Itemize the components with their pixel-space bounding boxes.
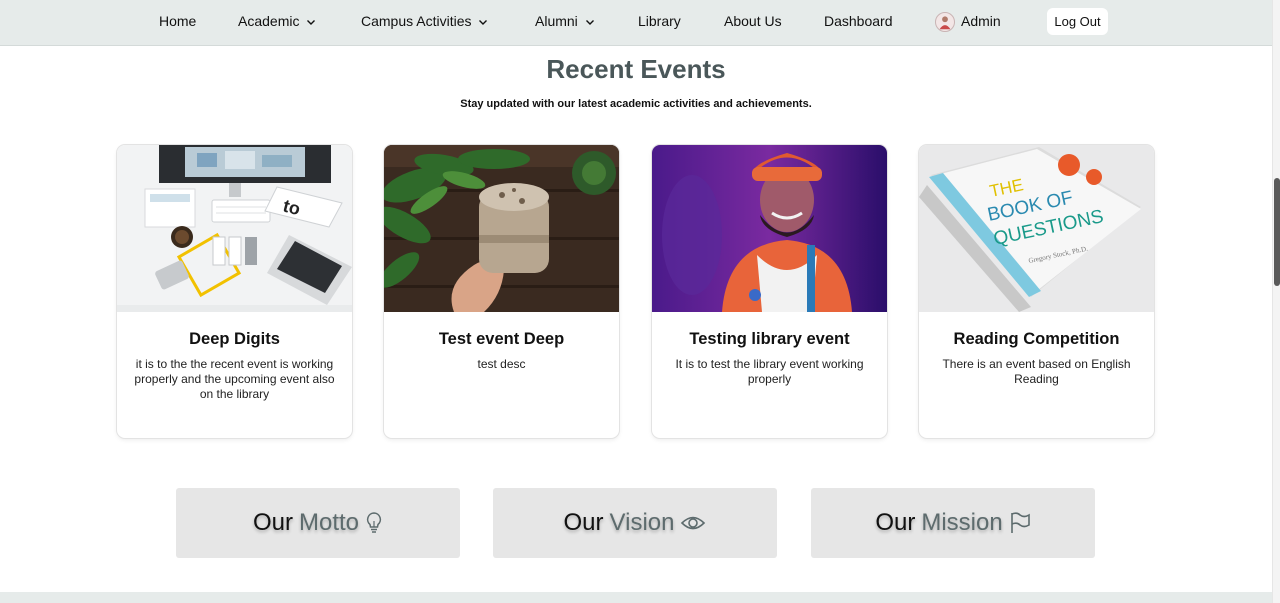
section-subtitle: Stay updated with our latest academic ac… xyxy=(460,98,812,110)
event-image xyxy=(384,145,619,312)
nav-alumni-label: Alumni xyxy=(535,13,578,29)
mission-word1: Our xyxy=(875,509,916,536)
event-card[interactable]: Testing library event It is to test the … xyxy=(652,145,887,438)
event-card[interactable]: THE BOOK OF QUESTIONS Gregory Stock, Ph.… xyxy=(919,145,1154,438)
event-description: It is to test the library event working … xyxy=(675,357,864,386)
nav-library-label: Library xyxy=(638,13,681,29)
motto-word2: Motto xyxy=(298,509,360,536)
navbar: Home Academic Campus Activities Alumni L… xyxy=(0,0,1272,46)
scrollbar[interactable] xyxy=(1272,0,1280,603)
chevron-down-icon xyxy=(585,19,594,25)
event-description: test desc xyxy=(477,357,526,371)
vision-button[interactable]: Our Vision xyxy=(493,488,777,558)
nav-home-label: Home xyxy=(159,13,197,29)
vision-word2: Vision xyxy=(609,509,675,536)
event-image: to xyxy=(117,145,352,312)
logout-button[interactable]: Log Out xyxy=(1047,8,1108,35)
chevron-down-icon xyxy=(307,19,316,25)
motto-word1: Our xyxy=(252,509,293,536)
nav-admin[interactable]: Admin xyxy=(935,0,1001,43)
avatar xyxy=(935,11,955,32)
event-title: Deep Digits xyxy=(189,330,280,348)
nav-campus-activities-label: Campus Activities xyxy=(361,13,472,29)
chevron-down-icon xyxy=(479,19,488,25)
flag-icon xyxy=(1010,512,1030,533)
nav-campus-activities[interactable]: Campus Activities xyxy=(361,0,489,43)
lightbulb-icon xyxy=(366,512,382,533)
event-description: it is to the the recent event is working… xyxy=(134,357,335,401)
nav-home[interactable]: Home xyxy=(159,0,196,43)
event-image: THE BOOK OF QUESTIONS Gregory Stock, Ph.… xyxy=(919,145,1154,312)
nav-about-us-label: About Us xyxy=(724,13,782,29)
footer-strip xyxy=(0,592,1272,603)
scrollbar-thumb[interactable] xyxy=(1274,178,1280,286)
event-card[interactable]: Test event Deep test desc xyxy=(384,145,619,438)
nav-library[interactable]: Library xyxy=(638,0,681,43)
nav-admin-label: Admin xyxy=(961,13,1001,29)
section-title: Recent Events xyxy=(546,54,726,84)
motto-button[interactable]: Our Motto xyxy=(176,488,460,558)
event-description: There is an event based on English Readi… xyxy=(942,357,1131,386)
event-title: Testing library event xyxy=(689,330,850,348)
nav-about-us[interactable]: About Us xyxy=(724,0,782,43)
nav-academic-label: Academic xyxy=(238,13,300,29)
event-title: Test event Deep xyxy=(438,330,565,348)
nav-dashboard[interactable]: Dashboard xyxy=(824,0,893,43)
vision-word1: Our xyxy=(563,509,604,536)
event-title: Reading Competition xyxy=(953,330,1120,348)
eye-icon xyxy=(681,516,706,530)
event-image xyxy=(652,145,887,312)
nav-academic[interactable]: Academic xyxy=(238,0,317,43)
nav-alumni[interactable]: Alumni xyxy=(535,0,596,43)
mission-word2: Mission xyxy=(921,509,1003,536)
nav-dashboard-label: Dashboard xyxy=(824,13,893,29)
mission-button[interactable]: Our Mission xyxy=(811,488,1095,558)
event-card[interactable]: to Deep Digits it is to the the recent e… xyxy=(117,145,352,438)
